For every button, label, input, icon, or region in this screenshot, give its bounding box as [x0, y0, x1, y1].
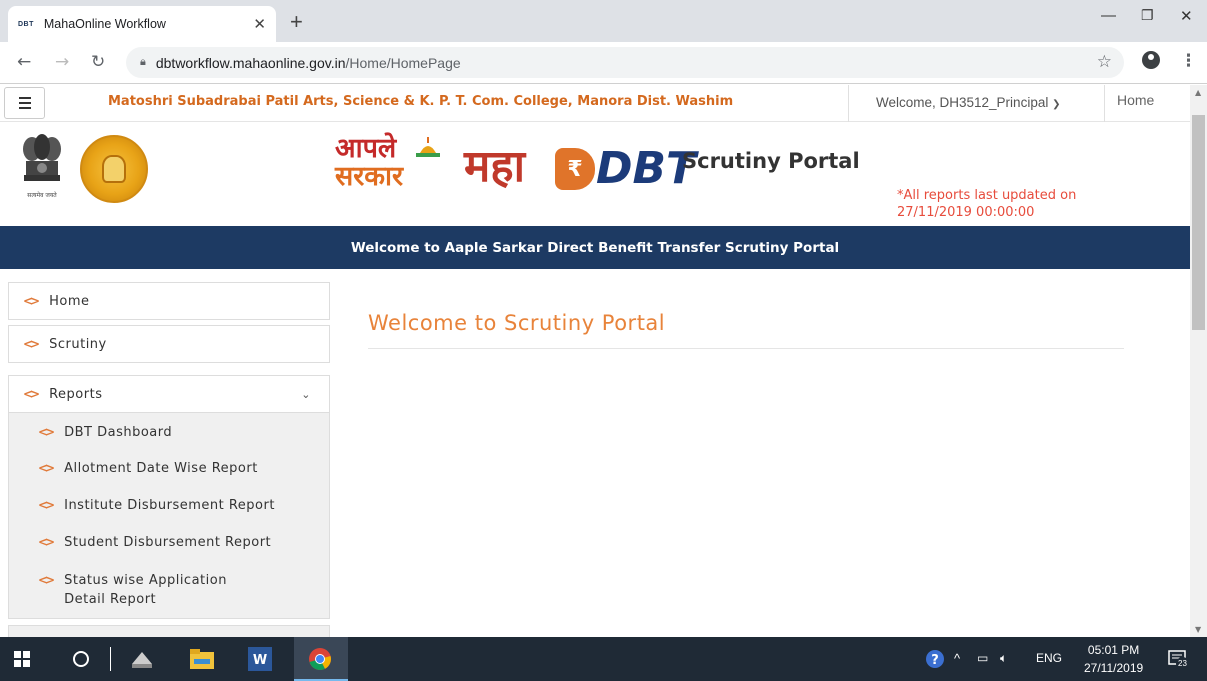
clock-time: 05:01 PM [1087, 643, 1140, 657]
lock-icon: 🔒︎ [140, 56, 146, 68]
submenu-item-status-wise-report[interactable]: <> Status wise Application Detail Report [38, 571, 268, 609]
sarkar-text: सरकार [335, 161, 404, 192]
cortana-search-icon[interactable] [72, 650, 90, 668]
diamond-arrow-icon: <> [23, 387, 40, 401]
submenu-item-institute-disbursement[interactable]: <> Institute Disbursement Report [38, 496, 308, 515]
home-link[interactable]: Home [1117, 92, 1154, 108]
url-path: /Home/HomePage [345, 54, 461, 71]
windows-start-icon[interactable] [14, 651, 30, 667]
last-updated-label: *All reports last updated on [897, 188, 1077, 203]
sidebar-item-label: Home [49, 293, 90, 309]
windows-taskbar: W ? ^ ▭ 🔈︎ ENG 05:01 PM 27/11/2019 23 [0, 637, 1207, 681]
diamond-arrow-icon: <> [38, 535, 55, 549]
diamond-arrow-icon: <> [38, 498, 55, 512]
tab-title: MahaOnline Workflow [43, 17, 166, 31]
url-host: dbtworkflow.mahaonline.gov.in [155, 54, 346, 71]
college-name: Matoshri Subadrabai Patil Arts, Science … [108, 94, 734, 109]
notification-count-badge: 23 [1176, 657, 1189, 670]
word-app-icon[interactable]: W [248, 647, 272, 671]
account-icon[interactable] [1142, 51, 1160, 69]
tray-chevron-up-icon[interactable]: ^ [954, 651, 960, 666]
diamond-arrow-icon: <> [38, 461, 55, 475]
taskbar-clock[interactable]: 05:01 PM 27/11/2019 [1084, 641, 1143, 677]
notification-center-icon[interactable]: 23 [1167, 648, 1189, 670]
address-bar[interactable]: 🔒︎ dbtworkflow.mahaonline.gov.in/Home/Ho… [126, 47, 1124, 78]
last-updated-timestamp: 27/11/2019 00:00:00 [897, 205, 1035, 220]
sidebar-item-label: Scrutiny [49, 336, 107, 352]
submenu-item-student-disbursement[interactable]: <> Student Disbursement Report [38, 533, 308, 552]
submenu-item-dbt-dashboard[interactable]: <> DBT Dashboard [38, 423, 308, 442]
aaple-text: आपले [335, 133, 397, 164]
mantralaya-dome-icon [416, 137, 440, 157]
submenu-item-label: Student Disbursement Report [64, 535, 272, 550]
forward-icon[interactable]: → [55, 52, 69, 72]
page-title: Welcome to Scrutiny Portal [368, 311, 666, 335]
window-close-icon[interactable]: ✕ [1180, 7, 1193, 25]
chevron-down-icon: ❯ [1052, 99, 1061, 110]
help-icon[interactable]: ? [925, 649, 945, 669]
diamond-arrow-icon: <> [23, 294, 40, 308]
submenu-item-label: DBT Dashboard [64, 425, 173, 440]
scroll-down-icon[interactable]: ▼ [1195, 625, 1201, 634]
navbar-divider [848, 85, 849, 122]
scroll-up-icon[interactable]: ▲ [1195, 88, 1201, 97]
submenu-item-allotment-report[interactable]: <> Allotment Date Wise Report [38, 459, 308, 478]
dbt-favicon-icon: DBT [18, 20, 34, 28]
top-navbar: Matoshri Subadrabai Patil Arts, Science … [0, 85, 1190, 122]
user-menu-dropdown[interactable]: Welcome, DH3512_Principal ❯ [876, 95, 1061, 110]
new-tab-icon[interactable]: + [290, 9, 303, 35]
maha-logo-text: महा [464, 141, 526, 192]
bookmark-star-icon[interactable]: ☆ [1097, 52, 1112, 72]
last-updated-notice: *All reports last updated on 27/11/2019 … [897, 187, 1127, 221]
minimize-icon[interactable]: — [1101, 7, 1116, 24]
page-viewport: Matoshri Subadrabai Patil Arts, Science … [0, 85, 1190, 637]
battery-icon[interactable]: ▭ [977, 651, 988, 665]
back-icon[interactable]: ← [17, 52, 31, 72]
title-divider [368, 348, 1124, 349]
navbar-divider [1104, 85, 1105, 122]
submenu-item-label: Institute Disbursement Report [64, 498, 275, 513]
chrome-icon[interactable] [308, 647, 332, 671]
menu-kebab-icon[interactable]: ⋮ [1180, 51, 1197, 71]
national-emblem-icon: सत्यमेव जयते [23, 134, 61, 199]
svg-text:W: W [253, 653, 267, 668]
welcome-banner: Welcome to Aaple Sarkar Direct Benefit T… [0, 226, 1190, 269]
submenu-item-label: Status wise Application Detail Report [64, 573, 227, 607]
taskbar-divider [110, 647, 111, 671]
browser-tab[interactable]: DBT MahaOnline Workflow ✕ [8, 6, 276, 42]
sidebar-item-reports[interactable]: <> Reports ⌄ [8, 375, 330, 413]
chevron-down-icon: ⌄ [301, 387, 311, 401]
sidebar-item-scrutiny[interactable]: <> Scrutiny [8, 325, 330, 363]
submenu-item-label: Allotment Date Wise Report [64, 461, 258, 476]
sidebar-item-home[interactable]: <> Home [8, 282, 330, 320]
portal-title: Scrutiny Portal [682, 149, 860, 173]
clock-date: 27/11/2019 [1084, 661, 1144, 675]
tab-close-icon[interactable]: ✕ [253, 15, 266, 33]
maharashtra-seal-icon [80, 135, 148, 203]
maximize-icon[interactable]: ❐ [1141, 7, 1154, 24]
sidebar-item-label: Reports [49, 386, 103, 402]
reload-icon[interactable]: ↻ [91, 52, 105, 72]
page-scrollbar[interactable]: ▲ ▼ [1190, 85, 1207, 637]
welcome-text: Welcome, DH3512_Principal [876, 95, 1049, 110]
diamond-arrow-icon: <> [38, 573, 55, 587]
emblem-motto: सत्यमेव जयते [27, 191, 57, 199]
scrollbar-thumb[interactable] [1192, 115, 1205, 330]
language-indicator[interactable]: ENG [1036, 651, 1062, 665]
diamond-arrow-icon: <> [23, 337, 40, 351]
svg-text:?: ? [931, 653, 939, 668]
browser-toolbar: ← → ↻ 🔒︎ dbtworkflow.mahaonline.gov.in/H… [0, 42, 1207, 84]
diamond-arrow-icon: <> [38, 425, 55, 439]
sidebar-item-partial[interactable] [8, 625, 330, 637]
rupee-icon: ₹ [555, 148, 595, 190]
file-explorer-icon[interactable] [190, 649, 214, 669]
hamburger-menu-icon[interactable] [4, 87, 45, 119]
scanner-app-icon[interactable] [130, 648, 154, 670]
volume-icon[interactable]: 🔈︎ [1000, 651, 1007, 666]
browser-tab-bar: DBT MahaOnline Workflow ✕ + — ❐ ✕ [0, 0, 1207, 42]
aaple-sarkar-logo: आपले सरकार [335, 135, 403, 191]
